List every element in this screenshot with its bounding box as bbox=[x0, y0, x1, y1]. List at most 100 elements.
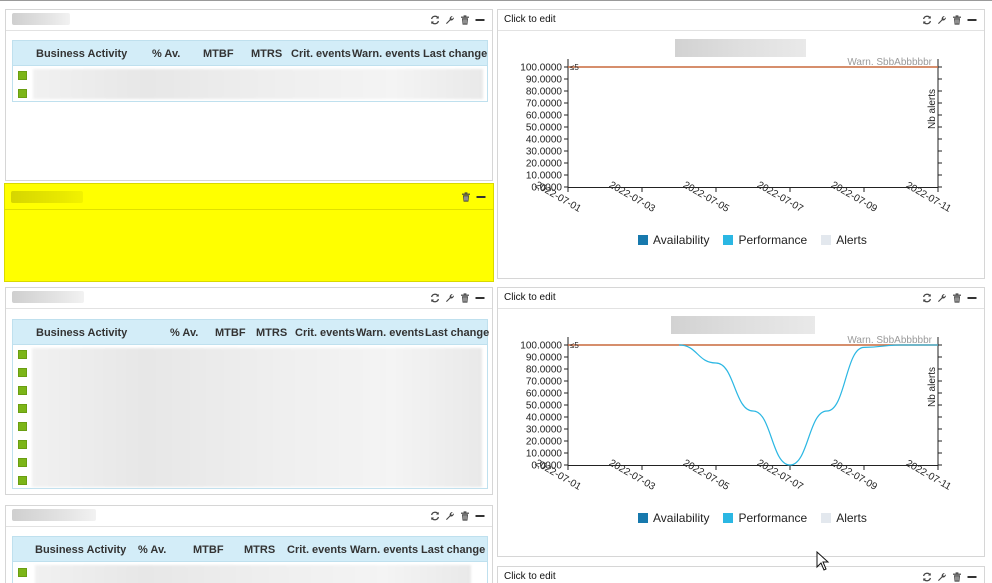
widget-title[interactable]: Click to edit bbox=[504, 292, 556, 303]
col-mtrs[interactable]: MTRS bbox=[244, 544, 275, 556]
minimize-icon[interactable] bbox=[967, 293, 977, 303]
business-activity-table: Business Activity % Av. MTBF MTRS Crit. … bbox=[12, 536, 488, 583]
x-tick-label: 2022-07-09 bbox=[829, 458, 879, 493]
legend-item-alerts[interactable]: Alerts bbox=[821, 511, 867, 525]
minimize-icon[interactable] bbox=[475, 293, 485, 303]
y-tick-label: 50.0000 bbox=[526, 123, 563, 134]
legend-label: Performance bbox=[738, 233, 808, 247]
refresh-icon[interactable] bbox=[922, 15, 932, 25]
legend-label: Alerts bbox=[836, 511, 867, 525]
status-indicator bbox=[18, 440, 27, 449]
table-rows-redacted bbox=[35, 565, 471, 583]
wrench-icon[interactable] bbox=[937, 572, 947, 582]
trash-icon[interactable] bbox=[460, 15, 470, 25]
trash-icon[interactable] bbox=[952, 15, 962, 25]
table-header: Business Activity % Av. MTBF MTRS Crit. … bbox=[13, 41, 487, 66]
minimize-icon[interactable] bbox=[967, 572, 977, 582]
wrench-icon[interactable] bbox=[937, 293, 947, 303]
minimize-icon[interactable] bbox=[967, 15, 977, 25]
widget-business-activity-1: Business Activity % Av. MTBF MTRS Crit. … bbox=[5, 9, 493, 181]
threshold-marker: ≤5 bbox=[570, 341, 579, 350]
col-mtbf[interactable]: MTBF bbox=[193, 544, 224, 556]
wrench-icon[interactable] bbox=[445, 293, 455, 303]
col-business-activity[interactable]: Business Activity bbox=[36, 48, 127, 60]
refresh-icon[interactable] bbox=[430, 511, 440, 521]
y-tick-label: 40.0000 bbox=[526, 413, 563, 424]
y-tick-label: 50.0000 bbox=[526, 401, 563, 412]
refresh-icon[interactable] bbox=[430, 293, 440, 303]
refresh-icon[interactable] bbox=[922, 293, 932, 303]
trash-icon[interactable] bbox=[952, 572, 962, 582]
col-availability[interactable]: % Av. bbox=[152, 48, 180, 60]
table-header: Business Activity % Av. MTBF MTRS Crit. … bbox=[13, 320, 489, 345]
widget-business-activity-3: Business Activity % Av. MTBF MTRS Crit. … bbox=[5, 505, 493, 583]
col-warn-events[interactable]: Warn. events bbox=[356, 327, 424, 339]
widget-business-activity-2: Business Activity % Av. MTBF MTRS Crit. … bbox=[5, 287, 493, 495]
trash-icon[interactable] bbox=[461, 192, 471, 202]
status-indicator bbox=[18, 422, 27, 431]
refresh-icon[interactable] bbox=[922, 572, 932, 582]
legend-item-performance[interactable]: Performance bbox=[723, 233, 807, 247]
wrench-icon[interactable] bbox=[937, 15, 947, 25]
legend-label: Availability bbox=[653, 233, 710, 247]
chart-widget-1: Click to edit 100.0000 90.0000 80.0000 70.0… bbox=[497, 9, 985, 279]
x-tick-label: 2022-07-09 bbox=[829, 180, 879, 215]
widget-title-redacted bbox=[12, 509, 96, 521]
business-activity-table: Business Activity % Av. MTBF MTRS Crit. … bbox=[12, 40, 488, 102]
x-tick-label: 2022-07-03 bbox=[607, 180, 657, 215]
col-crit-events[interactable]: Crit. events bbox=[291, 48, 351, 60]
col-crit-events[interactable]: Crit. events bbox=[295, 327, 355, 339]
refresh-icon[interactable] bbox=[430, 15, 440, 25]
widget-title[interactable]: Click to edit bbox=[504, 571, 556, 582]
x-tick-label: 2022-07-05 bbox=[681, 458, 731, 493]
y-tick-label: 100.0000 bbox=[520, 341, 562, 352]
wrench-icon[interactable] bbox=[445, 511, 455, 521]
widget-header: Click to edit bbox=[498, 288, 984, 309]
wrench-icon[interactable] bbox=[445, 15, 455, 25]
business-activity-table: Business Activity % Av. MTBF MTRS Crit. … bbox=[12, 319, 489, 489]
col-crit-events[interactable]: Crit. events bbox=[287, 544, 347, 556]
col-business-activity[interactable]: Business Activity bbox=[35, 544, 126, 556]
trash-icon[interactable] bbox=[460, 293, 470, 303]
y-tick-label: 20.0000 bbox=[526, 437, 563, 448]
col-warn-events[interactable]: Warn. events bbox=[352, 48, 420, 60]
minimize-icon[interactable] bbox=[476, 192, 486, 202]
legend-item-alerts[interactable]: Alerts bbox=[821, 233, 867, 247]
minimize-icon[interactable] bbox=[475, 511, 485, 521]
col-mtbf[interactable]: MTBF bbox=[203, 48, 234, 60]
widget-title[interactable]: Click to edit bbox=[504, 14, 556, 25]
col-warn-events[interactable]: Warn. events bbox=[350, 544, 418, 556]
y-tick-label: 40.0000 bbox=[526, 135, 563, 146]
y-tick-label: 10.0000 bbox=[526, 449, 563, 460]
col-last-change[interactable]: Last change bbox=[425, 327, 489, 339]
col-last-change[interactable]: Last change bbox=[421, 544, 485, 556]
trash-icon[interactable] bbox=[952, 293, 962, 303]
legend-label: Alerts bbox=[836, 233, 867, 247]
legend-item-availability[interactable]: Availability bbox=[638, 511, 709, 525]
legend-item-availability[interactable]: Availability bbox=[638, 233, 709, 247]
widget-tools bbox=[430, 15, 485, 25]
chart-widget-3: Click to edit bbox=[497, 566, 985, 583]
table-header: Business Activity % Av. MTBF MTRS Crit. … bbox=[13, 537, 487, 562]
x-tick-label: 2022-07-05 bbox=[681, 180, 731, 215]
col-availability[interactable]: % Av. bbox=[138, 544, 166, 556]
series-line-performance bbox=[678, 344, 938, 466]
table-rows-redacted bbox=[32, 348, 482, 487]
minimize-icon[interactable] bbox=[475, 15, 485, 25]
col-mtbf[interactable]: MTBF bbox=[215, 327, 246, 339]
col-availability[interactable]: % Av. bbox=[170, 327, 198, 339]
widget-header: Click to edit bbox=[498, 10, 984, 31]
x-tick-label: 2022-07-11 bbox=[904, 180, 954, 215]
col-last-change[interactable]: Last change bbox=[423, 48, 487, 60]
col-business-activity[interactable]: Business Activity bbox=[36, 327, 127, 339]
widget-tools bbox=[922, 15, 977, 25]
legend-item-performance[interactable]: Performance bbox=[723, 511, 807, 525]
trash-icon[interactable] bbox=[460, 511, 470, 521]
col-mtrs[interactable]: MTRS bbox=[251, 48, 282, 60]
widget-tools bbox=[461, 192, 486, 202]
widget-header bbox=[6, 506, 492, 527]
x-tick-label: 2022-07-07 bbox=[755, 180, 805, 215]
legend-swatch bbox=[821, 513, 832, 523]
col-mtrs[interactable]: MTRS bbox=[256, 327, 287, 339]
chart-widget-2: Click to edit 100.0000 90.0000 80.0000 70.0… bbox=[497, 287, 985, 557]
